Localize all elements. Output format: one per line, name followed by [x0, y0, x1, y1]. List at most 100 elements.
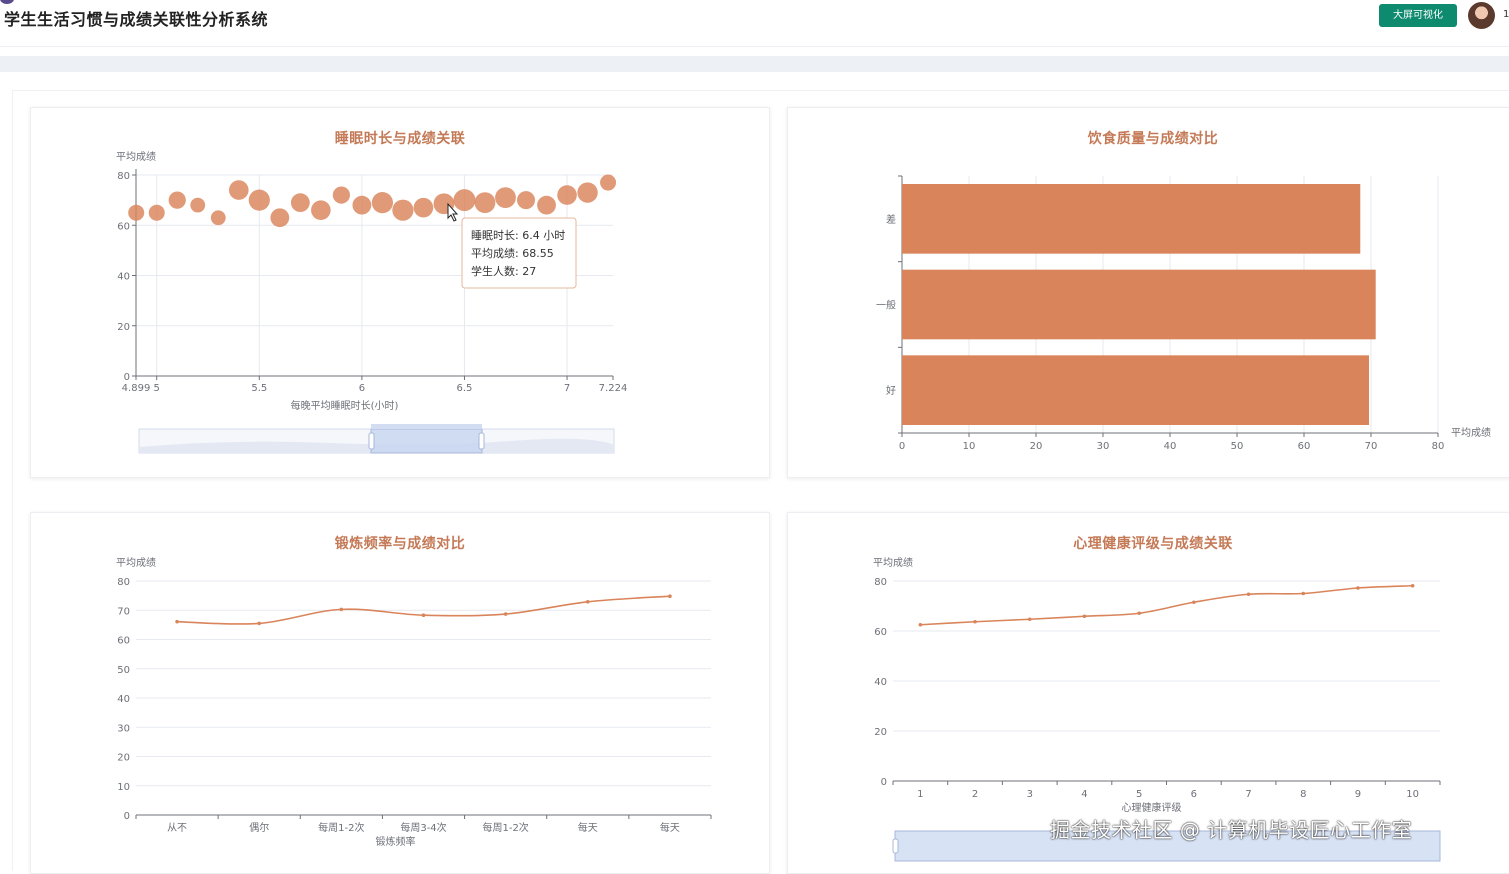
big-screen-button[interactable]: 大屏可视化: [1379, 4, 1457, 27]
y-tick-label: 50: [117, 665, 130, 676]
data-point: [1356, 586, 1360, 590]
scatter-point: [495, 187, 516, 209]
data-zoom-handle-right: [478, 432, 485, 450]
x-tick-label: 80: [1432, 441, 1445, 452]
x-axis-label: 每晚平均睡眠时长(小时): [291, 399, 399, 412]
y-tick-label: 80: [117, 171, 130, 182]
y-category-label: 差: [886, 213, 896, 226]
sleep-chart-panel: 睡眠时长与成绩关联 0 20 40 60 80 4.899 5 5.5 6 6.5 7 7.224 平均…: [30, 107, 770, 478]
x-tick-label: 5: [154, 383, 160, 394]
y-tick-label: 70: [117, 606, 130, 617]
tooltip-line: 学生人数: 27: [471, 264, 536, 278]
app-title: 学生生活习惯与成绩关联性分析系统: [4, 10, 269, 29]
data-zoom-window: [370, 428, 483, 454]
x-category-label: 每周3-4次: [400, 821, 446, 834]
x-tick-label: 6.5: [457, 383, 473, 394]
x-category-label: 3: [1027, 789, 1033, 800]
y-tick-label: 20: [874, 727, 887, 738]
tab-strip: [0, 56, 1509, 72]
scatter-point: [474, 192, 496, 214]
series-line: [920, 584, 1413, 626]
y-tick-label: 30: [117, 723, 130, 734]
x-tick-label: 6: [359, 383, 365, 394]
data-point: [1301, 591, 1306, 596]
x-category-label: 每周1-2次: [318, 821, 364, 834]
scatter-point: [228, 180, 249, 200]
scatter-point: [190, 197, 206, 213]
scatter-point: [248, 189, 270, 211]
x-axis-label: 锻炼频率: [376, 835, 416, 848]
data-point: [339, 607, 344, 612]
data-point: [918, 622, 923, 627]
y-axis-label: 平均成绩: [116, 150, 156, 163]
x-tick-label: 7.224: [599, 383, 628, 394]
y-tick-label: 60: [874, 627, 887, 638]
x-category-label: 1: [917, 789, 923, 800]
y-tick-label: 20: [117, 753, 130, 764]
y-tick-label: 80: [117, 577, 130, 588]
data-point: [668, 594, 672, 599]
scatter-point: [270, 208, 290, 228]
x-tick-label: 30: [1097, 441, 1110, 452]
scatter-point: [128, 204, 145, 221]
x-tick-label: 7: [564, 383, 570, 394]
x-tick-label: 4.899: [122, 383, 151, 394]
scatter-point: [311, 200, 331, 220]
y-tick-label: 40: [874, 677, 887, 688]
bar: [902, 355, 1369, 425]
data-point: [1246, 592, 1251, 597]
x-category-label: 4: [1081, 789, 1087, 800]
x-tick-label: 70: [1365, 441, 1378, 452]
scatter-point: [352, 195, 372, 215]
scatter-point: [577, 182, 598, 203]
data-point: [1082, 614, 1087, 619]
user-avatar[interactable]: [1468, 2, 1495, 29]
y-tick-label: 10: [117, 782, 130, 793]
diet-bar-chart[interactable]: 0 10 20 30 40 50 60 70 80 平均成绩 差一般好: [788, 108, 1509, 477]
x-tick-label: 50: [1231, 441, 1244, 452]
y-category-label: 一般: [876, 299, 896, 312]
y-tick-label: 80: [874, 577, 887, 588]
sleep-scatter-chart[interactable]: 0 20 40 60 80 4.899 5 5.5 6 6.5 7 7.224 平均成绩每晚平均睡眠时长…: [31, 108, 769, 477]
y-tick-label: 20: [117, 322, 130, 333]
x-category-label: 10: [1406, 789, 1419, 800]
data-point: [1410, 583, 1415, 588]
data-point: [1027, 617, 1032, 622]
data-zoom-handle-left: [892, 838, 899, 854]
scatter-point: [210, 210, 226, 226]
y-category-label: 好: [886, 385, 896, 397]
y-tick-label: 0: [881, 777, 887, 788]
x-category-label: 每天: [578, 821, 598, 834]
y-tick-label: 0: [124, 811, 130, 822]
x-tick-label: 20: [1030, 441, 1043, 452]
data-point: [1137, 611, 1141, 616]
diet-chart-panel: 饮食质量与成绩对比 0 10 20 30 40 50 60 70 80 平均成绩差一般好: [787, 107, 1509, 478]
logo-icon: [0, 0, 14, 4]
x-category-label: 从不: [167, 823, 187, 834]
x-category-label: 每天: [660, 821, 680, 834]
y-tick-label: 0: [124, 372, 130, 383]
user-name-fragment: 1: [1503, 9, 1509, 20]
exercise-line-chart[interactable]: 0 10 20 30 40 50 60 70 80 平均成绩从不 偶尔 每周1-2次 每周3-4次 每周1…: [31, 513, 769, 873]
x-axis-label: 心理健康评级: [1122, 801, 1182, 814]
x-tick-label: 10: [963, 441, 976, 452]
y-axis-label: 平均成绩: [873, 556, 913, 569]
scatter-point: [517, 191, 536, 210]
data-point: [175, 619, 179, 624]
data-point: [973, 619, 977, 624]
y-tick-label: 40: [117, 272, 130, 283]
scatter-point: [600, 174, 617, 191]
y-tick-label: 60: [117, 636, 130, 647]
x-category-label: 7: [1245, 789, 1251, 800]
data-zoom-bar: [371, 424, 482, 429]
watermark-text: 掘金技术社区 @ 计算机毕设匠心工作室: [1050, 818, 1413, 842]
bar: [902, 184, 1361, 254]
scatter-point: [148, 204, 165, 221]
top-navbar: 学生生活习惯与成绩关联性分析系统 大屏可视化 1: [0, 0, 1509, 47]
y-axis-label: 平均成绩: [116, 556, 156, 569]
scatter-point: [168, 191, 186, 209]
data-point: [257, 621, 262, 626]
x-tick-label: 40: [1164, 441, 1177, 452]
scatter-point: [557, 185, 577, 205]
x-category-label: 9: [1355, 789, 1361, 800]
